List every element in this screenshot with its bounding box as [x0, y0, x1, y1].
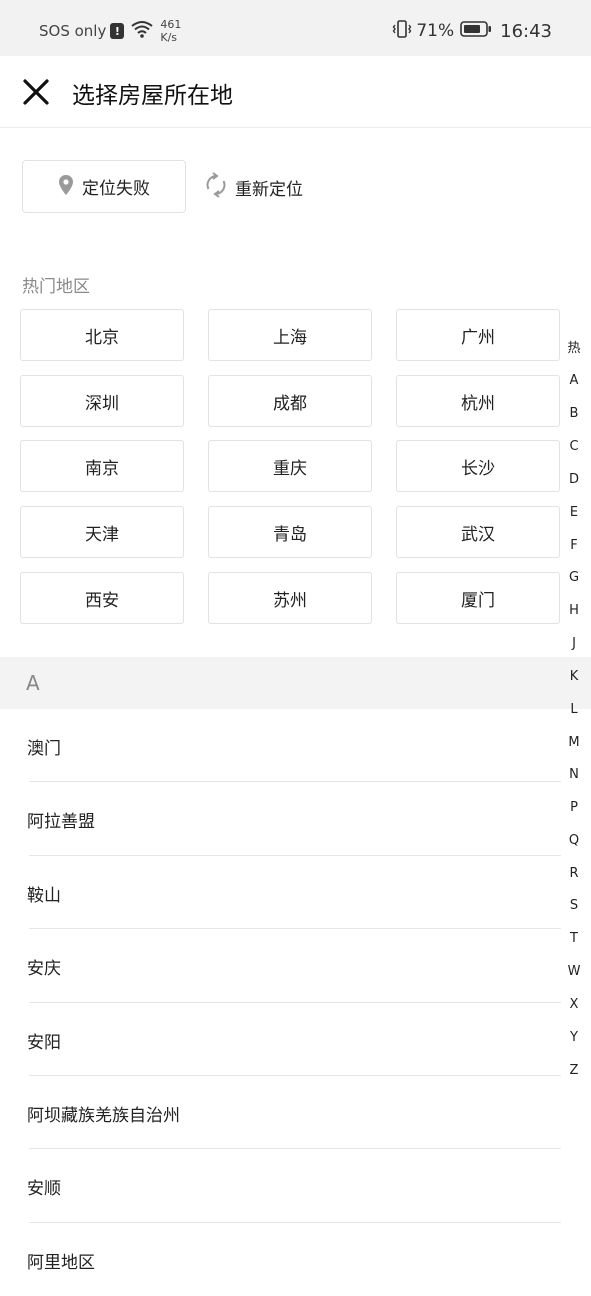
net-speed-value: 461	[160, 18, 182, 31]
index-letter[interactable]: P	[562, 800, 586, 815]
index-letter[interactable]: E	[562, 505, 586, 520]
carrier-text: SOS only	[39, 22, 107, 40]
index-letter[interactable]: H	[562, 603, 586, 618]
hot-city-button[interactable]: 天津	[20, 506, 184, 558]
city-name: 安庆	[27, 959, 61, 980]
relocate-label: 重新定位	[235, 179, 303, 200]
index-letter[interactable]: Z	[562, 1063, 586, 1078]
status-left: SOS only ! 461 K/s	[39, 18, 181, 44]
status-right: 71% 16:43	[392, 20, 552, 42]
alert-icon: !	[110, 23, 125, 39]
index-letter[interactable]: F	[562, 538, 586, 553]
index-letter[interactable]: M	[562, 735, 586, 750]
city-name: 鞍山	[27, 885, 61, 906]
relocate-button[interactable]: 重新定位	[205, 172, 303, 202]
index-letter[interactable]: J	[562, 636, 586, 651]
refresh-icon	[205, 172, 227, 202]
index-letter[interactable]: R	[562, 866, 586, 881]
index-letter[interactable]: X	[562, 997, 586, 1012]
city-list-item[interactable]: 澳门	[0, 709, 591, 783]
index-letter[interactable]: K	[562, 669, 586, 684]
page-title: 选择房屋所在地	[72, 83, 233, 109]
city-name: 安阳	[27, 1032, 61, 1053]
location-pin-icon	[58, 174, 74, 200]
hot-city-button[interactable]: 杭州	[396, 375, 560, 427]
close-icon[interactable]	[22, 78, 50, 106]
hot-city-button[interactable]: 苏州	[208, 572, 372, 624]
net-speed: 461 K/s	[160, 18, 181, 44]
index-letter[interactable]: S	[562, 898, 586, 913]
city-list-item[interactable]: 阿坝藏族羌族自治州	[0, 1076, 591, 1150]
hot-city-button[interactable]: 青岛	[208, 506, 372, 558]
index-letter[interactable]: T	[562, 931, 586, 946]
city-name: 阿拉善盟	[27, 812, 95, 833]
city-name: 阿里地区	[27, 1252, 95, 1273]
index-letter[interactable]: D	[562, 472, 586, 487]
index-letter[interactable]: C	[562, 439, 586, 454]
index-letter[interactable]: L	[562, 702, 586, 717]
vibrate-icon	[392, 20, 412, 42]
index-letter[interactable]: B	[562, 406, 586, 421]
hot-city-button[interactable]: 广州	[396, 309, 560, 361]
city-name: 安顺	[27, 1179, 61, 1200]
hot-city-button[interactable]: 成都	[208, 375, 372, 427]
hot-city-button[interactable]: 南京	[20, 440, 184, 492]
city-name: 阿坝藏族羌族自治州	[27, 1106, 180, 1126]
hot-city-button[interactable]: 武汉	[396, 506, 560, 558]
clock: 16:43	[500, 20, 552, 42]
hot-city-button[interactable]: 深圳	[20, 375, 184, 427]
section-letter: A	[26, 671, 40, 695]
hot-section-title: 热门地区	[22, 277, 90, 297]
city-list-item[interactable]: 阿里地区	[0, 1223, 591, 1296]
index-letter[interactable]: W	[562, 964, 586, 979]
city-list-item[interactable]: 阿拉善盟	[0, 782, 591, 856]
city-list-item[interactable]: 鞍山	[0, 856, 591, 930]
city-list-item[interactable]: 安庆	[0, 929, 591, 1003]
hot-city-button[interactable]: 西安	[20, 572, 184, 624]
net-speed-unit: K/s	[160, 31, 178, 44]
location-status-label: 定位失败	[82, 179, 150, 199]
index-letter[interactable]: G	[562, 570, 586, 585]
hot-city-button[interactable]: 长沙	[396, 440, 560, 492]
hot-city-button[interactable]: 上海	[208, 309, 372, 361]
index-letter[interactable]: N	[562, 767, 586, 782]
hot-city-button[interactable]: 北京	[20, 309, 184, 361]
hot-city-button[interactable]: 重庆	[208, 440, 372, 492]
location-status-button[interactable]: 定位失败	[22, 160, 186, 213]
city-list-item[interactable]: 安阳	[0, 1003, 591, 1076]
top-bar: 选择房屋所在地	[0, 56, 591, 128]
index-letter[interactable]: 热	[562, 337, 586, 356]
battery-percent: 71%	[416, 21, 455, 41]
index-letter[interactable]: Q	[562, 833, 586, 848]
city-name: 澳门	[27, 739, 61, 759]
battery-icon	[460, 20, 492, 42]
hot-city-button[interactable]: 厦门	[396, 572, 560, 624]
status-bar: SOS only ! 461 K/s 71% 16:43	[0, 0, 591, 56]
index-letter[interactable]: Y	[562, 1030, 586, 1045]
section-header: A	[0, 657, 591, 709]
index-letter[interactable]: A	[562, 373, 586, 388]
city-list-item[interactable]: 安顺	[0, 1149, 591, 1223]
wifi-icon	[130, 20, 154, 42]
